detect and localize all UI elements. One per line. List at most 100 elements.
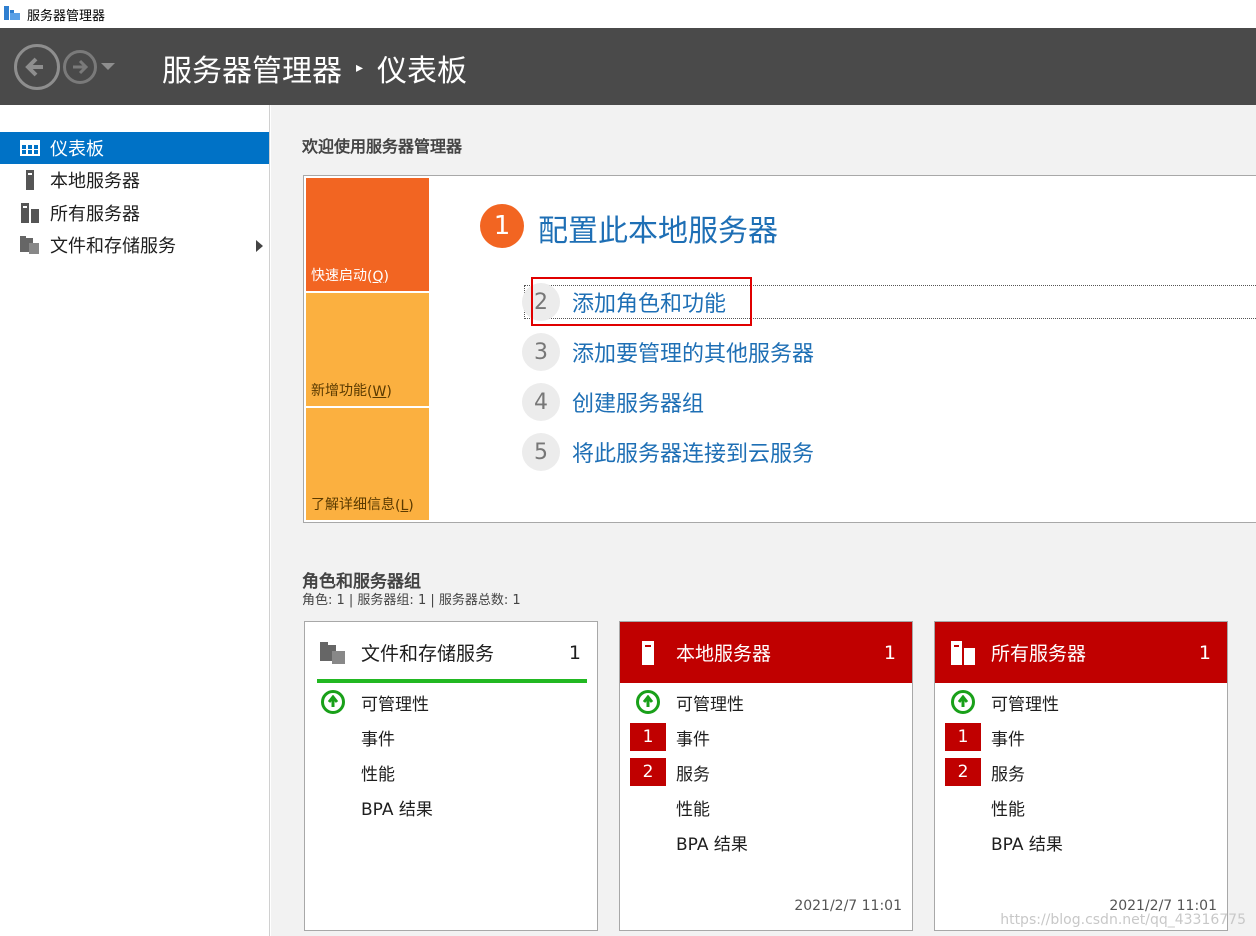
row-label: 服务 [676,764,710,785]
row-label: 性能 [676,799,710,820]
tile-label: 新增功能 [311,383,367,399]
row-label: 性能 [991,799,1025,820]
row-label: 事件 [676,729,710,750]
create-server-group-link[interactable]: 4 创建服务器组 [522,382,704,422]
breadcrumb-separator-icon: ▸ [356,60,364,76]
row-label: 服务 [991,764,1025,785]
tile-whats-new[interactable]: 新增功能(W) [306,293,429,406]
dashboard-icon [19,138,41,158]
role-card-file-storage: 文件和存储服务 1 可管理性 事件 性能 BPA 结果 [304,621,598,931]
card-count: 1 [883,641,896,664]
alert-count-badge: 1 [630,723,666,751]
breadcrumb-root[interactable]: 服务器管理器 [162,46,342,90]
card-row-bpa[interactable]: BPA 结果 [935,827,1227,857]
expand-arrow-icon[interactable] [256,240,263,252]
card-row-manageability[interactable]: 可管理性 [305,687,597,717]
alert-count-badge: 2 [945,758,981,786]
sidebar-item-dashboard[interactable]: 仪表板 [0,132,269,164]
alert-count-badge: 2 [630,758,666,786]
card-row-performance[interactable]: 性能 [935,792,1227,822]
row-label: 性能 [361,764,395,785]
card-title: 本地服务器 [676,643,772,665]
sidebar-item-file-storage[interactable]: 文件和存储服务 [0,229,269,261]
add-other-servers-link[interactable]: 3 添加要管理的其他服务器 [522,332,814,372]
history-dropdown-icon[interactable] [101,63,115,70]
watermark-text: https://blog.csdn.net/qq_43316775 [1000,912,1246,928]
tile-key: Q [372,269,384,285]
welcome-panel: 快速启动(Q) 新增功能(W) 了解详细信息(L) 1 配置此本地服务器 2 添… [303,175,1256,523]
sidebar-item-label: 仪表板 [50,139,104,160]
card-row-services[interactable]: 2 服务 [620,757,912,787]
step-number: 4 [522,383,560,421]
row-label: 事件 [991,729,1025,750]
card-timestamp: 2021/2/7 11:01 [794,898,902,914]
row-label: BPA 结果 [361,799,433,820]
tile-key: W [372,384,387,400]
status-ok-bar [317,679,587,683]
window-titlebar: 服务器管理器 [0,0,1256,28]
row-label: 可管理性 [991,694,1059,715]
up-arrow-ok-icon [636,690,660,714]
step-label: 添加要管理的其他服务器 [572,342,815,367]
role-card-local-server: 本地服务器 1 可管理性 1 事件 2 服务 性能 BPA 结果 2021/2/… [619,621,913,931]
row-label: 可管理性 [361,694,429,715]
back-arrow-icon [25,57,43,77]
card-header[interactable]: 本地服务器 1 [620,622,912,683]
card-row-performance[interactable]: 性能 [305,757,597,787]
alert-count-badge: 1 [945,723,981,751]
tile-quick-start[interactable]: 快速启动(Q) [306,178,429,291]
tile-label: 了解详细信息 [311,497,395,513]
servers-icon [19,203,41,223]
configure-local-server-link[interactable]: 配置此本地服务器 [538,206,778,250]
breadcrumb-current: 仪表板 [377,54,468,89]
tile-label: 快速启动 [311,268,367,284]
back-button[interactable] [14,44,60,90]
card-header[interactable]: 所有服务器 1 [935,622,1227,683]
server-icon [635,640,661,666]
window-title: 服务器管理器 [27,9,106,24]
file-storage-icon [320,640,346,666]
step-1-number: 1 [480,204,524,248]
card-row-manageability[interactable]: 可管理性 [935,687,1227,717]
role-card-all-servers: 所有服务器 1 可管理性 1 事件 2 服务 性能 BPA 结果 2021/2/… [934,621,1228,931]
annotation-highlight-box [531,277,752,326]
card-row-events[interactable]: 1 事件 [620,722,912,752]
welcome-title: 欢迎使用服务器管理器 [302,137,463,156]
row-label: 事件 [361,729,395,750]
card-row-performance[interactable]: 性能 [620,792,912,822]
app-header: 服务器管理器 ▸ 仪表板 [0,28,1256,105]
card-row-events[interactable]: 1 事件 [935,722,1227,752]
card-count: 1 [1198,641,1211,664]
sidebar-item-local-server[interactable]: 本地服务器 [0,164,269,196]
forward-arrow-icon [73,59,89,75]
row-label: BPA 结果 [676,834,748,855]
server-manager-app-icon [4,6,20,20]
sidebar-item-label: 文件和存储服务 [50,236,176,257]
card-count: 1 [568,641,581,664]
card-title: 文件和存储服务 [361,643,495,665]
step-label: 将此服务器连接到云服务 [572,442,815,467]
card-row-manageability[interactable]: 可管理性 [620,687,912,717]
dashboard-main: 欢迎使用服务器管理器 快速启动(Q) 新增功能(W) 了解详细信息(L) 1 配… [271,105,1256,936]
servers-icon [950,640,976,666]
forward-button[interactable] [63,50,97,84]
card-row-events[interactable]: 事件 [305,722,597,752]
step-number: 3 [522,333,560,371]
step-label: 创建服务器组 [572,392,705,417]
row-label: BPA 结果 [991,834,1063,855]
card-row-services[interactable]: 2 服务 [935,757,1227,787]
tile-key: L [400,498,409,514]
server-icon [19,170,41,190]
card-header[interactable]: 文件和存储服务 1 [305,622,597,683]
tile-learn-more[interactable]: 了解详细信息(L) [306,408,429,520]
sidebar-item-all-servers[interactable]: 所有服务器 [0,197,269,229]
sidebar-item-label: 本地服务器 [50,171,140,192]
breadcrumb: 服务器管理器 ▸ 仪表板 [162,46,467,90]
card-row-bpa[interactable]: BPA 结果 [305,792,597,822]
card-title: 所有服务器 [991,643,1087,665]
sidebar-item-label: 所有服务器 [50,204,140,225]
card-row-bpa[interactable]: BPA 结果 [620,827,912,857]
roles-summary: 角色: 1 | 服务器组: 1 | 服务器总数: 1 [302,593,521,608]
connect-cloud-services-link[interactable]: 5 将此服务器连接到云服务 [522,432,814,472]
row-label: 可管理性 [676,694,744,715]
